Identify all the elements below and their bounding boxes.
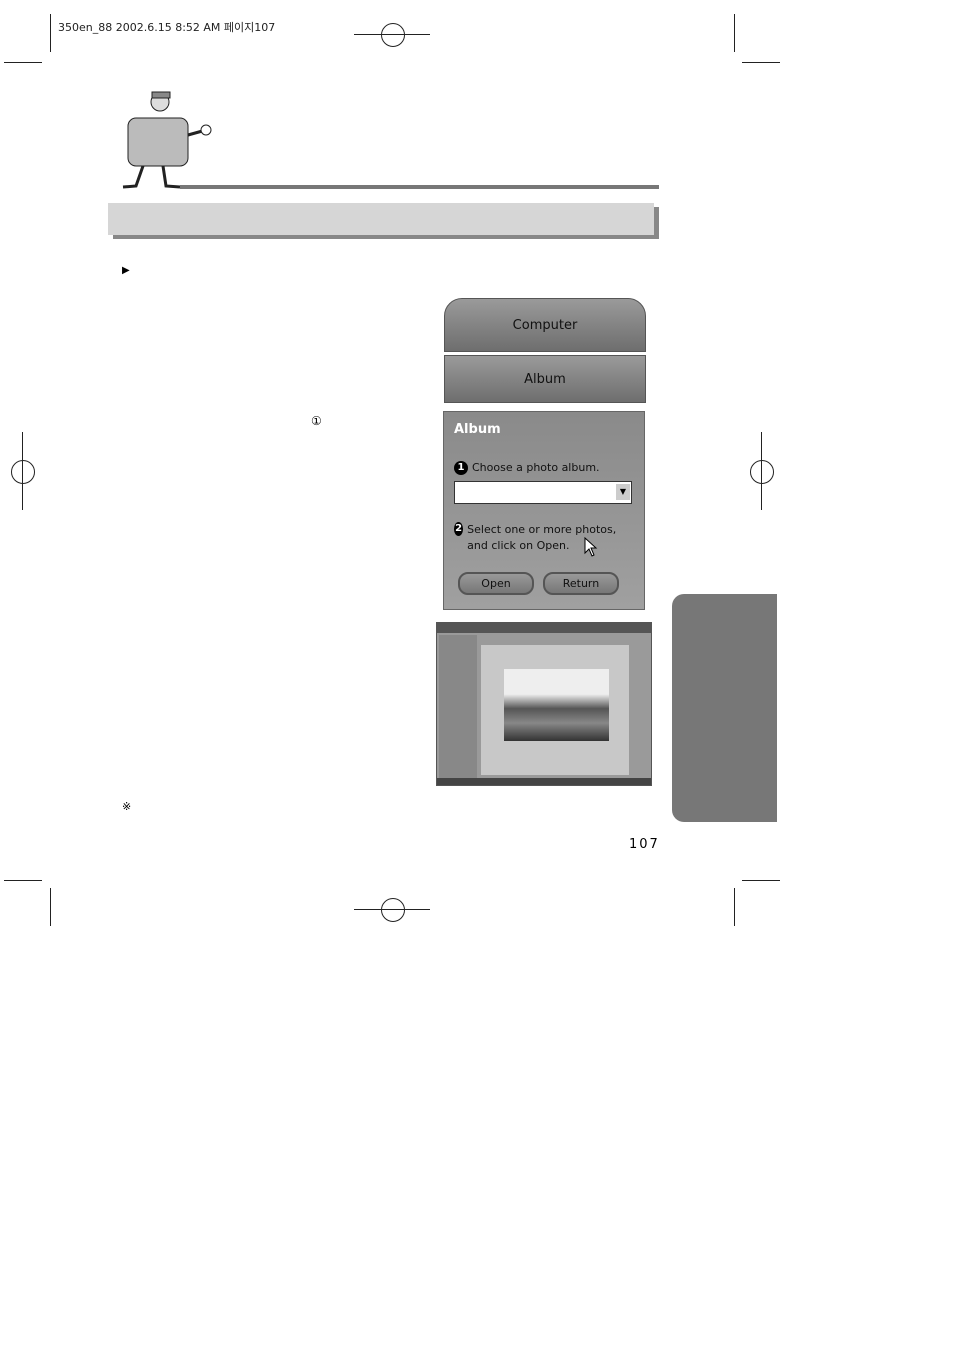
step-text: Select one or more photos, and click on … xyxy=(467,523,617,552)
crop-mark xyxy=(4,62,42,63)
camera-mascot-illustration xyxy=(122,91,212,189)
step-number: 1 xyxy=(454,461,468,475)
tab-label: Computer xyxy=(512,317,578,333)
section-title-bar xyxy=(108,203,654,235)
crop-mark xyxy=(742,880,780,881)
landscape-photo xyxy=(504,669,609,741)
tab-label: Album xyxy=(524,371,566,387)
chapter-side-tab xyxy=(672,594,777,822)
album-select[interactable]: ▼ xyxy=(454,481,632,504)
return-button[interactable]: Return xyxy=(543,572,619,595)
open-button[interactable]: Open xyxy=(458,572,534,595)
step-text: Choose a photo album. xyxy=(472,461,600,474)
page-number: 107 xyxy=(629,837,660,852)
print-header: 350en_88 2002.6.15 8:52 AM 페이지107 xyxy=(58,21,276,34)
bullet-marker: ▶ xyxy=(122,265,130,276)
header-rule xyxy=(180,185,659,189)
chevron-down-icon[interactable]: ▼ xyxy=(616,484,630,500)
crop-mark xyxy=(734,888,735,926)
note-marker: ※ xyxy=(122,800,132,813)
step-1: 1 Choose a photo album. xyxy=(454,461,600,475)
crop-mark xyxy=(50,14,51,52)
tab-album[interactable]: Album xyxy=(444,355,646,403)
app-window-screenshot xyxy=(436,622,652,786)
crop-mark xyxy=(742,62,780,63)
step-number: 2 xyxy=(454,522,464,536)
mouse-cursor-icon xyxy=(584,537,598,557)
crop-mark xyxy=(734,14,735,52)
tab-computer[interactable]: Computer xyxy=(444,298,646,352)
registration-mark xyxy=(11,460,35,484)
crop-mark xyxy=(4,880,42,881)
album-panel: Album 1 Choose a photo album. ▼ 2 Select o… xyxy=(443,411,645,610)
step-2: 2 Select one or more photos, and click on… xyxy=(454,522,634,554)
crop-mark xyxy=(50,888,51,926)
registration-mark xyxy=(381,23,405,47)
circled-number: ① xyxy=(311,414,322,428)
registration-mark xyxy=(750,460,774,484)
panel-title: Album xyxy=(454,422,501,437)
registration-mark xyxy=(381,898,405,922)
